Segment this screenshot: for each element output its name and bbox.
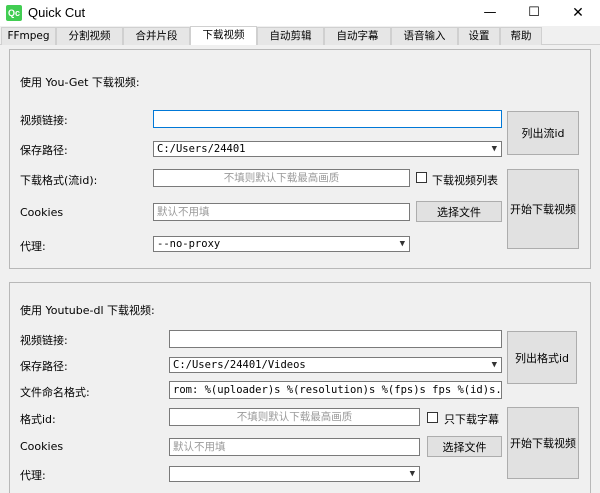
youget-link-input[interactable] xyxy=(153,110,502,128)
tab-merge-clips[interactable]: 合并片段 xyxy=(123,27,190,45)
tab-auto-edit[interactable]: 自动剪辑 xyxy=(257,27,324,45)
ytdl-proxy-combo[interactable]: ▼ xyxy=(169,466,420,482)
tab-split-video[interactable]: 分割视频 xyxy=(56,27,123,45)
close-button[interactable]: ✕ xyxy=(556,0,600,26)
app-icon: Qc xyxy=(6,5,22,21)
ytdl-cookies-label: Cookies xyxy=(20,440,64,453)
ytdl-save-path-value: C:/Users/24401/Videos xyxy=(173,359,306,371)
ytdl-choose-file-button[interactable]: 选择文件 xyxy=(427,436,502,457)
youget-playlist-label: 下载视频列表 xyxy=(432,174,498,187)
window-title: Quick Cut xyxy=(28,5,86,20)
youget-cookies-label: Cookies xyxy=(20,206,64,219)
youget-group: 使用 You-Get 下载视频: 视频链接: 保存路径: C:/Users/24… xyxy=(9,49,591,269)
ytdl-save-path-combo[interactable]: C:/Users/24401/Videos ▼ xyxy=(169,357,502,373)
tab-download-video[interactable]: 下载视频 xyxy=(190,26,257,46)
ytdl-list-formats-button[interactable]: 列出格式id xyxy=(507,331,577,384)
chevron-down-icon: ▼ xyxy=(491,360,497,370)
chevron-down-icon: ▼ xyxy=(399,239,405,249)
youget-playlist-checkbox[interactable] xyxy=(416,172,427,183)
youget-title: 使用 You-Get 下载视频: xyxy=(20,76,140,89)
ytdl-cookies-input[interactable]: 默认不用填 xyxy=(169,438,420,456)
youget-format-label: 下载格式(流id): xyxy=(20,174,98,187)
ytdl-link-input[interactable] xyxy=(169,330,502,348)
youget-save-path-value: C:/Users/24401 xyxy=(157,143,246,155)
youget-cookies-input[interactable]: 默认不用填 xyxy=(153,203,410,221)
youget-list-streams-button[interactable]: 列出流id xyxy=(507,111,579,155)
ytdl-title: 使用 Youtube-dl 下载视频: xyxy=(20,304,155,317)
download-panel: 使用 You-Get 下载视频: 视频链接: 保存路径: C:/Users/24… xyxy=(0,45,600,493)
tab-bar: FFmpeg 分割视频 合并片段 下载视频 自动剪辑 自动字幕 语音输入 设置 … xyxy=(0,26,600,46)
youget-save-label: 保存路径: xyxy=(20,144,68,157)
maximize-button[interactable]: ☐ xyxy=(512,0,556,26)
ytdl-group: 使用 Youtube-dl 下载视频: 视频链接: 保存路径: C:/Users… xyxy=(9,282,591,493)
youget-proxy-label: 代理: xyxy=(20,240,46,253)
chevron-down-icon: ▼ xyxy=(409,469,415,479)
tab-auto-subtitle[interactable]: 自动字幕 xyxy=(324,27,391,45)
ytdl-format-input[interactable]: 不填则默认下载最高画质 xyxy=(169,408,420,426)
ytdl-start-download-button[interactable]: 开始下载视频 xyxy=(507,407,579,479)
ytdl-subs-only-checkbox[interactable] xyxy=(427,412,438,423)
ytdl-naming-input[interactable]: rom: %(uploader)s %(resolution)s %(fps)s… xyxy=(169,381,502,399)
ytdl-save-label: 保存路径: xyxy=(20,360,68,373)
youget-link-label: 视频链接: xyxy=(20,114,68,127)
title-bar: Qc Quick Cut — ☐ ✕ xyxy=(0,0,600,26)
youget-proxy-value: --no-proxy xyxy=(157,238,221,250)
tab-settings[interactable]: 设置 xyxy=(458,27,500,45)
youget-choose-file-button[interactable]: 选择文件 xyxy=(416,201,502,222)
tab-ffmpeg[interactable]: FFmpeg xyxy=(1,27,56,45)
ytdl-proxy-label: 代理: xyxy=(20,469,46,482)
minimize-button[interactable]: — xyxy=(468,0,512,26)
youget-start-download-button[interactable]: 开始下载视频 xyxy=(507,169,579,249)
tab-help[interactable]: 帮助 xyxy=(500,27,542,45)
ytdl-link-label: 视频链接: xyxy=(20,334,68,347)
tab-voice-input[interactable]: 语音输入 xyxy=(391,27,458,45)
chevron-down-icon: ▼ xyxy=(491,144,497,154)
ytdl-subs-only-label: 只下载字幕 xyxy=(444,413,499,426)
ytdl-naming-label: 文件命名格式: xyxy=(20,386,90,399)
youget-format-input[interactable]: 不填则默认下载最高画质 xyxy=(153,169,410,187)
ytdl-format-label: 格式id: xyxy=(20,413,56,426)
youget-save-path-combo[interactable]: C:/Users/24401 ▼ xyxy=(153,141,502,157)
youget-proxy-combo[interactable]: --no-proxy ▼ xyxy=(153,236,410,252)
